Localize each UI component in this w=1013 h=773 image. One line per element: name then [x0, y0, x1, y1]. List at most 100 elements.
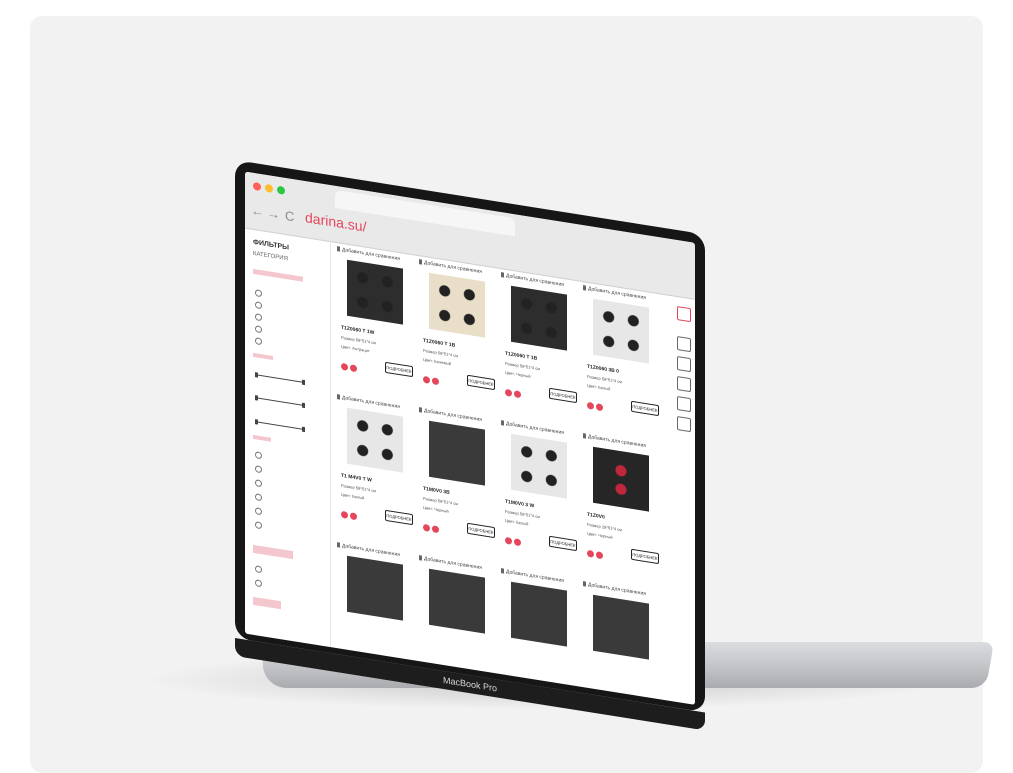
compare-icon[interactable] — [677, 336, 691, 353]
product-name[interactable]: T1Z0060 T 1B — [423, 338, 455, 349]
color-swatch[interactable] — [505, 536, 512, 545]
filter-link[interactable] — [253, 544, 293, 560]
product-image[interactable] — [347, 407, 403, 473]
compare-bars-icon — [583, 581, 586, 587]
color-swatch[interactable] — [423, 523, 430, 532]
filter-radio[interactable] — [255, 507, 262, 516]
filter-link[interactable] — [253, 352, 273, 361]
cart-icon[interactable] — [677, 376, 691, 393]
color-swatches — [505, 383, 523, 404]
phone-icon[interactable] — [677, 416, 691, 433]
range-slider[interactable] — [255, 421, 305, 431]
product-image[interactable] — [511, 581, 567, 647]
compare-bars-icon — [419, 259, 422, 265]
screen-bezel: ← → C darina.su/ ФИЛЬТРЫ КАТЕГОРИЯ Добав… — [235, 160, 705, 713]
details-button[interactable]: ПОДРОБНЕЕ — [549, 387, 577, 404]
filter-reset-link[interactable] — [253, 268, 303, 282]
product-card[interactable]: Добавить для сравнения T1Z0060 3B 0 Размер… — [583, 285, 659, 437]
address-bar-url[interactable]: darina.su/ — [305, 209, 366, 235]
color-swatch[interactable] — [350, 512, 357, 521]
color-swatch[interactable] — [432, 377, 439, 386]
details-button[interactable]: ПОДРОБНЕЕ — [549, 535, 577, 552]
product-name[interactable]: T1Z0060 3B 0 — [587, 364, 619, 375]
back-arrow-icon[interactable]: ← — [251, 203, 264, 220]
details-button[interactable]: ПОДРОБНЕЕ — [631, 400, 659, 417]
color-swatch[interactable] — [341, 362, 348, 371]
search-icon[interactable] — [677, 396, 691, 413]
compare-bars-icon — [583, 285, 586, 291]
filter-radio[interactable] — [255, 289, 262, 298]
details-button[interactable]: ПОДРОБНЕЕ — [467, 374, 495, 391]
details-button[interactable]: ПОДРОБНЕЕ — [385, 509, 413, 526]
product-spec: Цвет: Черный — [505, 369, 531, 379]
filter-radio[interactable] — [255, 325, 262, 334]
product-card[interactable]: Добавить для сравнения T1M0V0 3B Размер 58… — [419, 407, 495, 559]
color-swatch[interactable] — [514, 390, 521, 399]
menu-icon[interactable] — [677, 306, 691, 323]
range-slider[interactable] — [255, 397, 305, 407]
color-swatch[interactable] — [350, 364, 357, 373]
product-image[interactable] — [429, 272, 485, 338]
filter-radio[interactable] — [255, 313, 262, 322]
minimize-window-dot[interactable] — [265, 183, 273, 194]
close-window-dot[interactable] — [253, 181, 261, 192]
product-spec: Цвет: Белый — [587, 382, 611, 392]
filter-radio[interactable] — [255, 521, 262, 530]
color-swatch[interactable] — [341, 510, 348, 519]
details-button[interactable]: ПОДРОБНЕЕ — [467, 522, 495, 539]
color-swatch[interactable] — [505, 388, 512, 397]
filter-radio[interactable] — [255, 451, 262, 460]
product-image[interactable] — [429, 568, 485, 634]
filter-category[interactable]: КАТЕГОРИЯ — [253, 251, 288, 263]
compare-bars-icon — [337, 542, 340, 548]
product-name[interactable]: T1 M4V0 T W — [341, 473, 372, 484]
filter-link[interactable] — [253, 434, 271, 442]
range-slider[interactable] — [255, 374, 305, 384]
color-swatch[interactable] — [587, 401, 594, 410]
filter-radio[interactable] — [255, 465, 262, 474]
product-name[interactable]: T1Z0060 T 1B — [505, 351, 537, 362]
product-name[interactable]: T1Z0060 T 1W — [341, 325, 374, 336]
color-swatch[interactable] — [596, 551, 603, 560]
product-card[interactable]: Добавить для сравнения T1Z0060 T 1B Размер… — [419, 259, 495, 411]
product-image[interactable] — [593, 446, 649, 512]
product-image[interactable] — [511, 285, 567, 351]
color-swatch[interactable] — [514, 538, 521, 547]
compare-bars-icon — [583, 433, 586, 439]
details-button[interactable]: ПОДРОБНЕЕ — [385, 361, 413, 378]
product-name[interactable]: T1M0V0 3 W — [505, 499, 534, 510]
product-image[interactable] — [511, 433, 567, 499]
filter-radio[interactable] — [255, 337, 262, 346]
product-name[interactable]: T1M0V0 3B — [423, 486, 450, 496]
color-swatch[interactable] — [587, 549, 594, 558]
color-swatch[interactable] — [423, 375, 430, 384]
product-card[interactable]: Добавить для сравнения T1M0V0 3 W Размер 5… — [501, 420, 577, 572]
product-spec: Цвет: Антрацит — [341, 343, 370, 354]
product-card[interactable]: Добавить для сравнения T1 M4V0 T W Размер … — [337, 394, 413, 546]
filter-radio[interactable] — [255, 493, 262, 502]
filter-link[interactable] — [253, 596, 281, 610]
product-image[interactable] — [593, 594, 649, 660]
filter-radio[interactable] — [255, 479, 262, 488]
laptop-lid: ← → C darina.su/ ФИЛЬТРЫ КАТЕГОРИЯ Добав… — [235, 160, 705, 731]
reload-icon[interactable]: C — [285, 208, 294, 224]
color-swatch[interactable] — [432, 525, 439, 534]
user-icon[interactable] — [677, 356, 691, 373]
product-image[interactable] — [347, 259, 403, 325]
product-image[interactable] — [347, 555, 403, 621]
maximize-window-dot[interactable] — [277, 185, 285, 195]
filter-radio[interactable] — [255, 579, 262, 588]
product-card[interactable]: Добавить для сравнения T1Z0V0 Размер 28*51… — [583, 433, 659, 585]
product-image[interactable] — [429, 420, 485, 486]
side-toolbar — [677, 296, 691, 498]
product-card[interactable]: Добавить для сравнения T1Z0060 T 1W Размер… — [337, 246, 413, 398]
details-button[interactable]: ПОДРОБНЕЕ — [631, 548, 659, 565]
product-name[interactable]: T1Z0V0 — [587, 512, 605, 521]
filter-radio[interactable] — [255, 565, 262, 574]
forward-arrow-icon[interactable]: → — [267, 205, 280, 222]
product-image[interactable] — [593, 298, 649, 364]
product-card[interactable]: Добавить для сравнения T1Z0060 T 1B Размер… — [501, 272, 577, 424]
filter-radio[interactable] — [255, 301, 262, 310]
color-swatch[interactable] — [596, 403, 603, 412]
product-card[interactable]: Добавить для сравнения — [583, 581, 659, 705]
